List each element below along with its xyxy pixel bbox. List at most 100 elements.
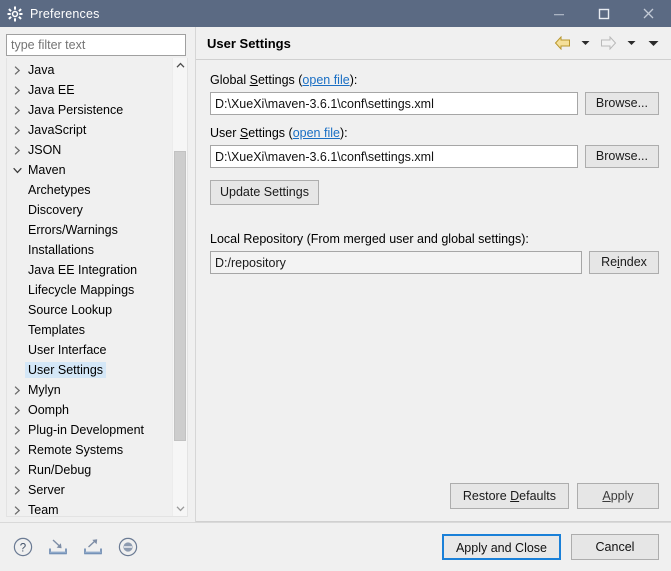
sidebar-item-java-persistence[interactable]: Java Persistence [7,100,172,120]
chevron-right-icon[interactable] [9,402,25,418]
sidebar-item-source-lookup[interactable]: Source Lookup [7,300,172,320]
global-settings-label: Global Settings (open file): [210,72,659,88]
user-settings-label-prefix: User [210,126,240,140]
sidebar-item-label: Lifecycle Mappings [28,283,135,297]
sidebar-item-label: Remote Systems [28,443,124,457]
sidebar-item-label: Java Persistence [28,103,124,117]
global-settings-label-prefix: Global [210,73,250,87]
overflow-chevron-down-icon[interactable] [643,33,663,53]
sidebar-item-label: Templates [28,323,85,337]
sidebar-item-discovery[interactable]: Discovery [7,200,172,220]
restore-defaults-prefix: Restore [462,488,511,503]
local-repository-row: Reindex [210,251,659,274]
bottom-icon-group: ? [10,534,141,560]
sidebar-item-user-settings[interactable]: User Settings [7,360,172,380]
preferences-tree[interactable]: Java Java EE Java Persistence JavaScript JSO… [7,58,172,516]
chevron-right-icon[interactable] [9,442,25,458]
svg-text:?: ? [20,542,26,554]
chevron-right-icon[interactable] [9,482,25,498]
preferences-page: User Settings Global Settings (open file… [195,27,671,522]
forward-arrow-icon[interactable] [597,33,619,53]
chevron-right-icon[interactable] [9,102,25,118]
sidebar-item-lifecycle-mappings[interactable]: Lifecycle Mappings [7,280,172,300]
sidebar-item-json[interactable]: JSON [7,140,172,160]
chevron-right-icon[interactable] [9,422,25,438]
local-repository-input[interactable] [210,251,582,274]
sidebar-item-java-ee[interactable]: Java EE [7,80,172,100]
sidebar-item-templates[interactable]: Templates [7,320,172,340]
chevron-down-icon[interactable] [173,501,187,516]
page-title: User Settings [207,35,291,51]
global-settings-open-file-link[interactable]: open file [302,73,349,87]
apply-and-close-button[interactable]: Apply and Close [441,534,561,560]
maximize-icon[interactable] [581,0,626,27]
sidebar-item-label: Plug-in Development [28,423,145,437]
restore-defaults-button[interactable]: Restore Defaults [449,482,569,509]
sidebar-item-team[interactable]: Team [7,500,172,516]
dialog-body: Java Java EE Java Persistence JavaScript JSO… [0,27,671,522]
chevron-right-icon[interactable] [9,462,25,478]
dialog-bottom-bar: ? Apply and Close Cancel [0,522,671,571]
tree-scrollbar[interactable] [172,58,187,516]
sidebar-item-label: User Settings [25,362,107,378]
apply-mnemonic: A [602,488,611,503]
minimize-icon[interactable] [536,0,581,27]
close-icon[interactable] [626,0,671,27]
sidebar-item-maven[interactable]: Maven [7,160,172,180]
scrollbar-thumb[interactable] [174,151,186,441]
reindex-button[interactable]: Reindex [589,251,659,274]
sidebar-item-java-ee-integration[interactable]: Java EE Integration [7,260,172,280]
chevron-right-icon[interactable] [9,82,25,98]
sidebar-item-label: Server [28,483,65,497]
user-settings-row: Browse... [210,145,659,168]
help-icon[interactable]: ? [10,534,36,560]
update-settings-button[interactable]: Update Settings [210,180,319,205]
filter-input[interactable] [6,34,186,56]
sidebar-item-label: Java [28,63,55,77]
cancel-button[interactable]: Cancel [571,534,659,560]
sidebar-item-java[interactable]: Java [7,60,172,80]
chevron-right-icon[interactable] [9,142,25,158]
chevron-up-icon[interactable] [173,58,187,73]
sidebar-item-errors-warnings[interactable]: Errors/Warnings [7,220,172,240]
back-menu-chevron-down-icon[interactable] [575,33,595,53]
reindex-suffix: ndex [619,255,647,269]
chevron-right-icon[interactable] [9,122,25,138]
chevron-right-icon[interactable] [9,62,25,78]
sidebar-item-run-debug[interactable]: Run/Debug [7,460,172,480]
sidebar-item-server[interactable]: Server [7,480,172,500]
forward-menu-chevron-down-icon[interactable] [621,33,641,53]
dialog-action-buttons: Apply and Close Cancel [441,534,659,560]
sidebar-item-user-interface[interactable]: User Interface [7,340,172,360]
sidebar-item-mylyn[interactable]: Mylyn [7,380,172,400]
apply-suffix: pply [610,488,634,503]
global-settings-browse-button[interactable]: Browse... [584,92,659,115]
import-icon[interactable] [45,534,71,560]
global-settings-input[interactable] [210,92,578,115]
sidebar-item-archetypes[interactable]: Archetypes [7,180,172,200]
sidebar-item-javascript[interactable]: JavaScript [7,120,172,140]
chevron-right-icon[interactable] [9,502,25,516]
back-arrow-icon[interactable] [551,33,573,53]
window-title: Preferences [30,6,100,21]
apply-button[interactable]: Apply [577,482,659,509]
sidebar-item-label: User Interface [28,343,107,357]
global-settings-label-suffix: ettings ( [257,73,303,87]
user-settings-browse-button[interactable]: Browse... [584,145,659,168]
sidebar-item-label: Errors/Warnings [28,223,118,237]
sidebar-item-plug-in-development[interactable]: Plug-in Development [7,420,172,440]
user-settings-open-file-link[interactable]: open file [293,126,340,140]
user-settings-input[interactable] [210,145,578,168]
chevron-down-icon[interactable] [9,162,25,178]
export-icon[interactable] [80,534,106,560]
preferences-sidebar: Java Java EE Java Persistence JavaScript JSO… [0,27,195,522]
page-footer: Restore Defaults Apply [196,478,671,522]
restore-defaults-suffix: efaults [519,488,556,503]
sidebar-item-oomph[interactable]: Oomph [7,400,172,420]
sidebar-item-installations[interactable]: Installations [7,240,172,260]
sidebar-item-remote-systems[interactable]: Remote Systems [7,440,172,460]
local-repository-label: Local Repository (From merged user and g… [210,232,529,246]
global-settings-label-end: ): [349,73,358,87]
record-icon[interactable] [115,534,141,560]
chevron-right-icon[interactable] [9,382,25,398]
